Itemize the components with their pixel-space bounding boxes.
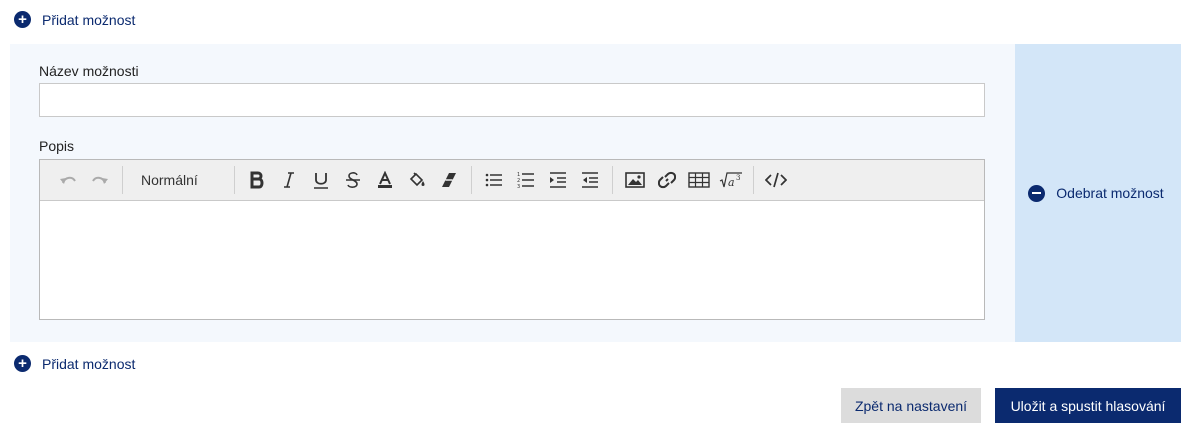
indent-icon[interactable] (542, 166, 574, 194)
back-to-settings-button[interactable]: Zpět na nastavení (841, 388, 981, 423)
remove-option-label: Odebrat možnost (1056, 185, 1164, 201)
remove-option-button[interactable]: Odebrat možnost (1028, 184, 1164, 202)
add-option-button-top[interactable]: + Přidat možnost (14, 11, 135, 28)
option-description-label: Popis (39, 138, 75, 154)
code-view-icon[interactable] (760, 166, 792, 194)
outdent-icon[interactable] (574, 166, 606, 194)
toolbar-separator (471, 166, 472, 194)
redo-icon[interactable] (84, 166, 116, 194)
editor-toolbar: Normální 1 2 3 a 3 (40, 160, 984, 201)
bold-icon[interactable] (241, 166, 273, 194)
undo-icon[interactable] (52, 166, 84, 194)
strikethrough-icon[interactable] (337, 166, 369, 194)
clear-format-icon[interactable] (433, 166, 465, 194)
toolbar-separator (753, 166, 754, 194)
svg-text:a: a (728, 176, 735, 189)
italic-icon[interactable] (273, 166, 305, 194)
image-icon[interactable] (619, 166, 651, 194)
underline-icon[interactable] (305, 166, 337, 194)
toolbar-separator (234, 166, 235, 194)
toolbar-separator (612, 166, 613, 194)
minus-circle-icon (1028, 184, 1046, 202)
save-and-start-voting-button[interactable]: Uložit a spustit hlasování (995, 388, 1181, 423)
add-option-label: Přidat možnost (42, 355, 136, 372)
background-color-icon[interactable] (401, 166, 433, 194)
numbered-list-icon[interactable]: 123 (510, 166, 542, 194)
formula-icon[interactable]: a3 (715, 166, 747, 194)
bullet-list-icon[interactable] (478, 166, 510, 194)
svg-text:3: 3 (736, 174, 740, 182)
svg-text:3: 3 (517, 184, 520, 189)
rich-text-editor: Normální 1 2 3 a 3 (39, 159, 985, 320)
paragraph-format-select[interactable]: Normální (129, 172, 228, 188)
add-option-label: Přidat možnost (42, 11, 136, 28)
option-panel: Název možnosti Popis Normální 1 2 3 a 3 (10, 44, 1015, 342)
plus-circle-icon: + (14, 355, 31, 372)
plus-circle-icon: + (14, 11, 31, 28)
toolbar-separator (122, 166, 123, 194)
text-color-icon[interactable] (369, 166, 401, 194)
option-name-label: Název možnosti (39, 63, 139, 79)
option-name-input[interactable] (39, 83, 985, 117)
add-option-button-bottom[interactable]: + Přidat možnost (14, 355, 135, 372)
table-icon[interactable] (683, 166, 715, 194)
editor-content-area[interactable] (40, 201, 984, 319)
remove-option-panel: Odebrat možnost (1015, 44, 1181, 342)
link-icon[interactable] (651, 166, 683, 194)
